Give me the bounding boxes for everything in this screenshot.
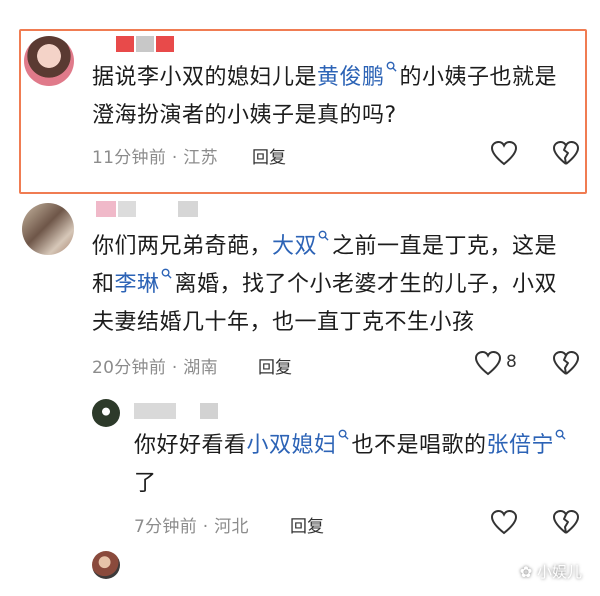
reply-button[interactable]: 回复 (290, 512, 324, 537)
comment-text: 据说李小双的媳妇儿是黄俊鹏 的小姨子也就是 澄海扮演者的小姨子是真的吗? (92, 59, 557, 135)
topic-link[interactable]: 李琳 (115, 268, 175, 297)
search-icon (555, 429, 566, 440)
search-icon (318, 230, 329, 241)
topic-link[interactable]: 大双 (272, 230, 332, 259)
watermark-logo-icon: ✿ (519, 563, 533, 581)
topic-link[interactable]: 黄俊鹏 (317, 61, 400, 90)
comment-meta: 20分钟前 · 湖南 (92, 358, 218, 378)
username-mosaic[interactable] (116, 34, 178, 52)
broken-heart-icon[interactable] (552, 140, 580, 166)
username-mosaic[interactable] (96, 199, 200, 217)
avatar[interactable] (22, 203, 74, 255)
like-count: 8 (506, 352, 517, 372)
comment-text: 你们两兄弟奇葩，大双 之前一直是丁克，这是 和李琳 离婚，找了个小老婆才生的儿子，小… (92, 228, 557, 342)
comment-text: 你好好看看小双媳妇 也不是唱歌的张倍宁 了 (134, 427, 569, 503)
broken-heart-icon[interactable] (552, 509, 580, 535)
topic-link[interactable]: 小双媳妇 (247, 429, 352, 458)
comment-meta: 11分钟前 · 江苏 (92, 148, 218, 168)
search-icon (161, 268, 172, 279)
reply-button[interactable]: 回复 (252, 143, 286, 168)
search-icon (386, 61, 397, 72)
heart-outline-icon[interactable] (490, 509, 518, 535)
heart-outline-icon[interactable] (474, 350, 502, 376)
username-mosaic[interactable] (134, 401, 218, 419)
broken-heart-icon[interactable] (552, 350, 580, 376)
avatar[interactable] (24, 36, 74, 86)
watermark: ✿ 小娱儿 (519, 563, 582, 581)
heart-outline-icon[interactable] (490, 140, 518, 166)
avatar[interactable] (92, 551, 120, 579)
topic-link[interactable]: 张倍宁 (487, 429, 570, 458)
comment-meta: 7分钟前 · 河北 (134, 517, 249, 537)
search-icon (338, 429, 349, 440)
avatar[interactable] (92, 399, 120, 427)
reply-button[interactable]: 回复 (258, 353, 292, 378)
